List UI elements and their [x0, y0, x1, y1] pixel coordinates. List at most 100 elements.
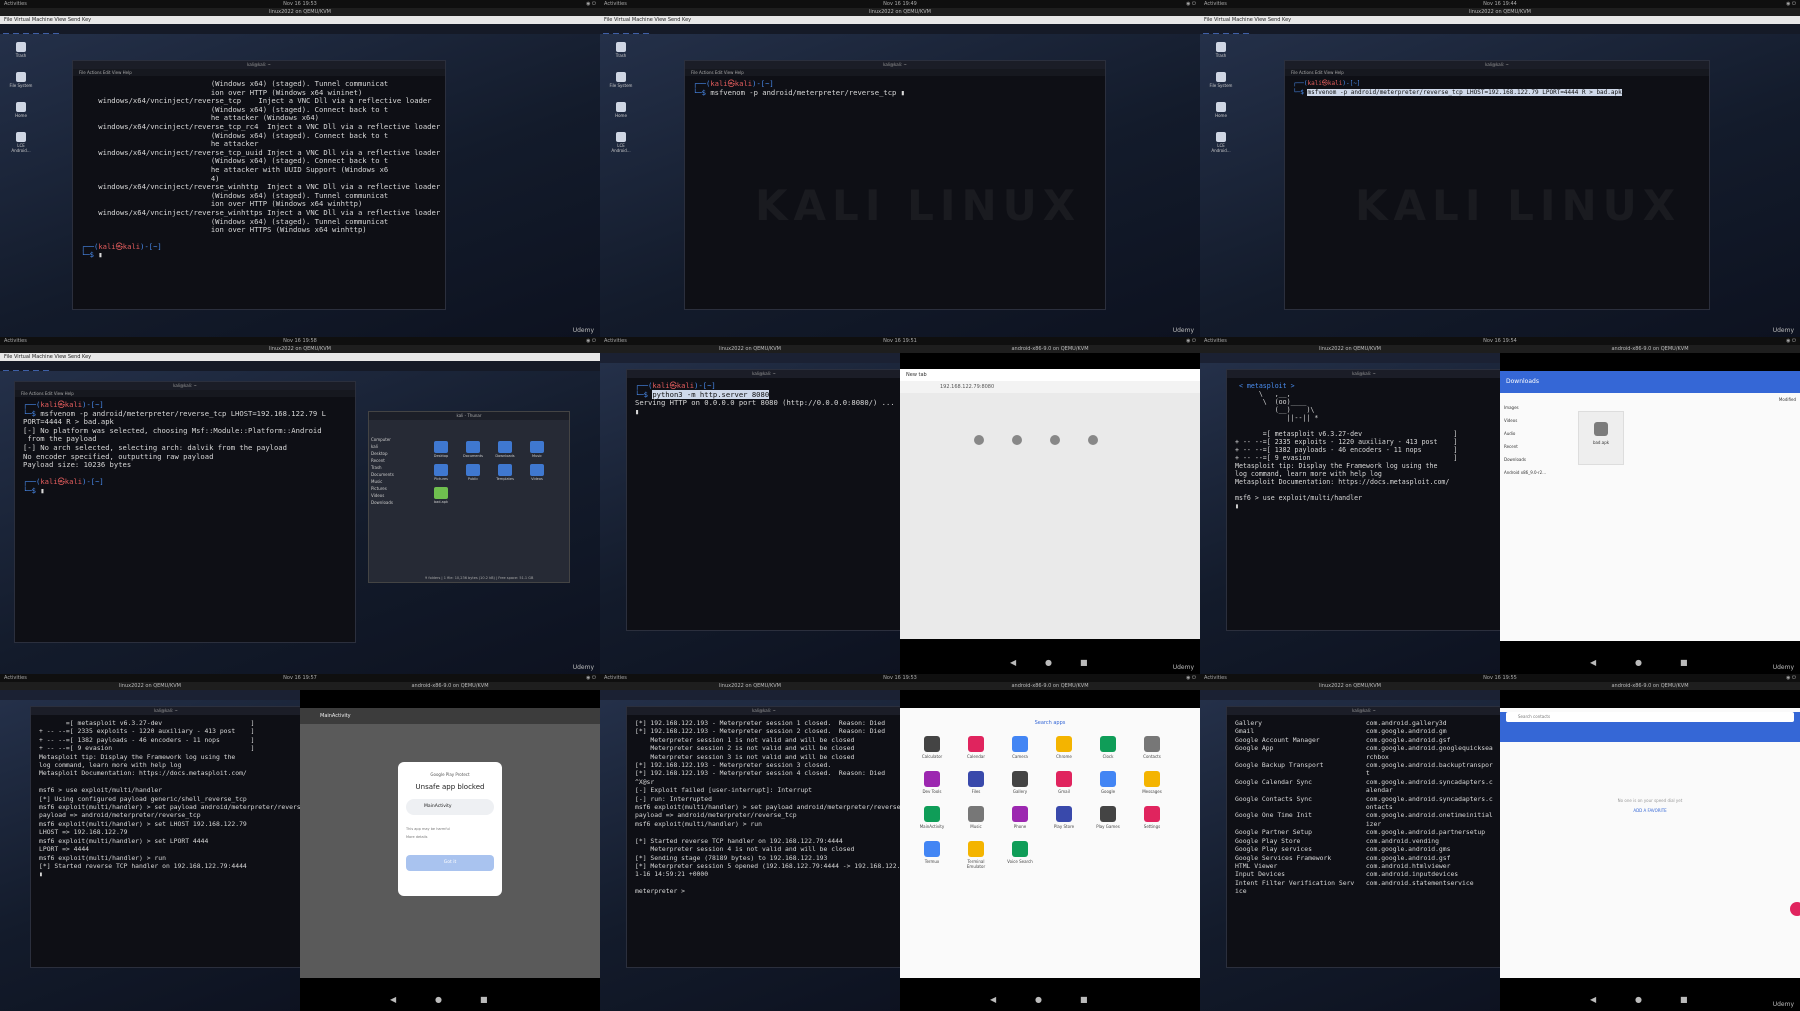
app-icon[interactable]: Play Store: [1046, 806, 1082, 829]
drawer-item[interactable]: Downloads: [1504, 453, 1570, 466]
terminal-window[interactable]: kali@kali: ~ =[ metasploit v6.3.27-dev ]…: [30, 706, 300, 968]
app-icon[interactable]: Clock: [1090, 736, 1126, 759]
app-icon[interactable]: Dev Tools: [914, 771, 950, 794]
android-screen[interactable]: MainActivity Google Play Protect Unsafe …: [300, 690, 600, 1011]
android-screen[interactable]: New tab 192.168.122.79:8080 ◀ ● ■: [900, 353, 1200, 674]
app-icon[interactable]: Camera: [1002, 736, 1038, 759]
terminal-menu[interactable]: File Actions Edit View Help: [1285, 69, 1709, 76]
terminal-output[interactable]: [*] 192.168.122.193 - Meterpreter sessio…: [627, 715, 900, 900]
terminal-window[interactable]: kali@kali: ~ File Actions Edit View Help…: [684, 60, 1106, 310]
terminal-output[interactable]: =[ metasploit v6.3.27-dev ] + -- --=[ 23…: [31, 715, 300, 883]
drawer-item[interactable]: Images: [1504, 401, 1570, 414]
lce-android-icon[interactable]: LCE Android...: [8, 132, 34, 153]
vm-menubar[interactable]: File Virtual Machine View Send Key: [0, 16, 600, 24]
android-navbar[interactable]: ◀ ● ■: [1500, 989, 1800, 1011]
filesystem-icon[interactable]: File System: [8, 72, 34, 88]
folder-item[interactable]: Templates: [492, 464, 518, 481]
folder-item[interactable]: bad.apk: [428, 487, 454, 504]
app-icon[interactable]: Settings: [1134, 806, 1170, 829]
terminal-window[interactable]: kali@kali: ~ File Actions Edit View Help…: [14, 381, 356, 643]
folder-item[interactable]: Music: [524, 441, 550, 458]
android-screen[interactable]: Search contacts No one is on your speed …: [1500, 690, 1800, 1011]
app-icon[interactable]: Messages: [1134, 771, 1170, 794]
app-icon[interactable]: Chrome: [1046, 736, 1082, 759]
app-icon[interactable]: Google: [1090, 771, 1126, 794]
app-icon[interactable]: MainActivity: [914, 806, 950, 829]
browser-address-bar[interactable]: 192.168.122.79:8080: [900, 381, 1200, 393]
terminal-window[interactable]: kali@kali: ~ File Actions Edit View Help…: [1284, 60, 1710, 310]
trash-icon[interactable]: Trash: [608, 42, 634, 58]
got-it-button[interactable]: Got it: [406, 855, 494, 871]
app-drawer-grid[interactable]: Calculator Calendar Camera Chrome Clock Conta…: [900, 726, 1200, 879]
terminal-window[interactable]: kali@kali: ~ File Actions Edit View Help…: [72, 60, 446, 310]
places-item[interactable]: Videos: [371, 492, 421, 499]
vm-toolbar[interactable]: [600, 24, 1200, 39]
drawer-item[interactable]: Android x86_9.0-r2...: [1504, 466, 1570, 479]
vm-menubar[interactable]: File Virtual Machine View Send Key: [600, 16, 1200, 24]
android-screen[interactable]: Downloads Images Videos Audio Recent Downloa…: [1500, 353, 1800, 674]
app-icon[interactable]: Play Games: [1090, 806, 1126, 829]
folder-item[interactable]: Desktop: [428, 441, 454, 458]
android-navbar[interactable]: ◀ ● ■: [900, 989, 1200, 1011]
terminal-menu[interactable]: File Actions Edit View Help: [73, 69, 445, 76]
play-protect-dialog[interactable]: Google Play Protect Unsafe app blocked M…: [398, 762, 502, 896]
app-list-output[interactable]: Gallery com.android.gallery3d Gmail com.…: [1227, 715, 1500, 900]
terminal-menu[interactable]: File Actions Edit View Help: [685, 69, 1105, 76]
folder-item[interactable]: Pictures: [428, 464, 454, 481]
app-icon[interactable]: Gallery: [1002, 771, 1038, 794]
browser-shortcuts[interactable]: [960, 429, 1140, 469]
app-icon[interactable]: Calendar: [958, 736, 994, 759]
app-icon[interactable]: Phone: [1002, 806, 1038, 829]
app-icon[interactable]: Calculator: [914, 736, 950, 759]
places-item[interactable]: Trash: [371, 464, 421, 471]
app-icon[interactable]: Files: [958, 771, 994, 794]
terminal-prompt[interactable]: ┌──(kali㉿kali)-[~] └─$ msfvenom -p andro…: [685, 76, 1105, 101]
folder-item[interactable]: Public: [460, 464, 486, 481]
app-icon[interactable]: Termux: [914, 841, 950, 864]
app-icon[interactable]: Contacts: [1134, 736, 1170, 759]
android-screen[interactable]: Search apps Calculator Calendar Camera Chro…: [900, 690, 1200, 1011]
places-item[interactable]: Downloads: [371, 499, 421, 506]
add-favorite-link[interactable]: ADD A FAVORITE: [1500, 808, 1800, 813]
vm-toolbar[interactable]: [0, 24, 600, 39]
apk-file-tile[interactable]: bad.apk: [1578, 411, 1624, 465]
filesystem-icon[interactable]: File System: [608, 72, 634, 88]
file-manager-grid[interactable]: Desktop Documents Downloads Music Pictures Pu…: [425, 438, 565, 507]
vm-toolbar[interactable]: [1200, 24, 1800, 39]
android-navbar[interactable]: ◀ ● ■: [300, 989, 600, 1011]
drawer-item[interactable]: Videos: [1504, 414, 1570, 427]
android-navbar[interactable]: ◀ ● ■: [900, 652, 1200, 674]
terminal-prompt[interactable]: ┌──(kali㉿kali)-[~] └─$ ▮: [73, 239, 445, 264]
places-item[interactable]: Documents: [371, 471, 421, 478]
fab-button[interactable]: [1790, 902, 1800, 916]
terminal-menu[interactable]: File Actions Edit View Help: [15, 390, 355, 397]
contacts-search[interactable]: Search contacts: [1506, 712, 1794, 722]
trash-icon[interactable]: Trash: [8, 42, 34, 58]
home-icon[interactable]: Home: [608, 102, 634, 118]
terminal-window[interactable]: kali@kali: ~ [*] 192.168.122.193 - Meter…: [626, 706, 900, 968]
terminal-prompt[interactable]: ┌──(kali㉿kali)-[~] └─$ msfvenom -p andro…: [1285, 76, 1709, 101]
drawer-item[interactable]: Audio: [1504, 427, 1570, 440]
browser-tab[interactable]: New tab: [900, 369, 1200, 381]
folder-item[interactable]: Downloads: [492, 441, 518, 458]
folder-item[interactable]: Videos: [524, 464, 550, 481]
terminal-window[interactable]: kali@kali: ~ Gallery com.android.gallery…: [1226, 706, 1500, 968]
folder-item[interactable]: Documents: [460, 441, 486, 458]
trash-icon[interactable]: Trash: [1208, 42, 1234, 58]
vm-menubar[interactable]: File Virtual Machine View Send Key: [0, 353, 600, 361]
vm-toolbar[interactable]: [0, 361, 600, 376]
places-item[interactable]: kali: [371, 443, 421, 450]
home-icon[interactable]: Home: [8, 102, 34, 118]
dialog-more-details[interactable]: More details: [398, 835, 502, 839]
home-icon[interactable]: Home: [1208, 102, 1234, 118]
app-icon[interactable]: Gmail: [1046, 771, 1082, 794]
terminal-output[interactable]: ┌──(kali㉿kali)-[~] └─$ python3 -m http.s…: [627, 378, 900, 420]
lce-android-icon[interactable]: LCE Android...: [1208, 132, 1234, 153]
filesystem-icon[interactable]: File System: [1208, 72, 1234, 88]
drawer-item[interactable]: Recent: [1504, 440, 1570, 453]
lce-android-icon[interactable]: LCE Android...: [608, 132, 634, 153]
places-item[interactable]: Pictures: [371, 485, 421, 492]
terminal-window[interactable]: kali@kali: ~ ┌──(kali㉿kali)-[~] └─$ pyth…: [626, 369, 900, 631]
files-drawer[interactable]: Images Videos Audio Recent Downloads Android …: [1504, 401, 1570, 479]
places-item[interactable]: Music: [371, 478, 421, 485]
